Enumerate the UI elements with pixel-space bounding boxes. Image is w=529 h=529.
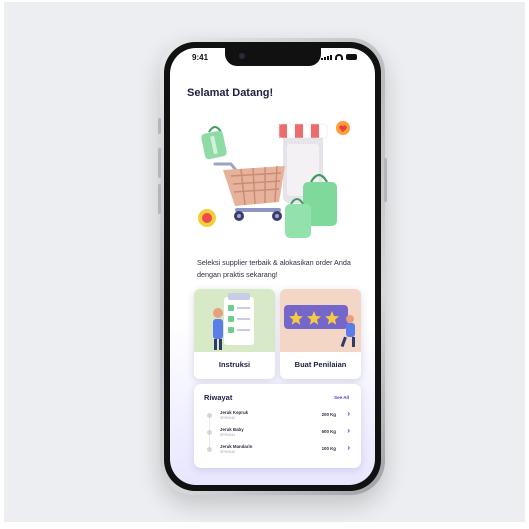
volume-down-button bbox=[158, 184, 161, 214]
history-list: Jeruk Kepruk SPK0042 200 Kg › Jeruk Baby… bbox=[203, 407, 352, 458]
gift-bag-icon bbox=[201, 126, 227, 160]
instructions-label: Instruksi bbox=[218, 360, 251, 369]
create-rating-label: Buat Penilaian bbox=[294, 360, 347, 369]
history-item-sub: SPK0041 bbox=[220, 433, 236, 437]
app-screen: 9:41 Selamat Datang! Seleksi supplier te… bbox=[170, 48, 375, 485]
chevron-right-icon[interactable]: › bbox=[347, 426, 350, 435]
volume-up-button bbox=[158, 148, 161, 178]
history-title: Riwayat bbox=[204, 393, 233, 402]
signal-icon bbox=[321, 55, 332, 60]
shopping-illustration bbox=[198, 121, 350, 238]
history-item-qty: 500 Kg bbox=[321, 429, 336, 434]
history-item-name: Jeruk Baby bbox=[220, 427, 244, 432]
chevron-right-icon[interactable]: › bbox=[347, 443, 350, 452]
see-all-link[interactable]: See All bbox=[334, 395, 349, 400]
wifi-icon bbox=[335, 54, 343, 60]
phone-mockup: 9:41 Selamat Datang! Seleksi supplier te… bbox=[158, 38, 387, 495]
checklist-icon bbox=[194, 289, 275, 352]
phone-bezel: 9:41 Selamat Datang! Seleksi supplier te… bbox=[164, 42, 381, 491]
create-rating-card[interactable]: Buat Penilaian bbox=[280, 289, 361, 379]
battery-icon bbox=[346, 54, 357, 60]
star-rating-icon bbox=[280, 289, 361, 352]
timeline-dot bbox=[207, 447, 212, 452]
history-item-name: Jeruk Mandarin bbox=[220, 444, 253, 449]
history-item-qty: 200 Kg bbox=[321, 412, 336, 417]
discount-bubble-icon bbox=[198, 209, 216, 227]
status-icons bbox=[321, 54, 357, 60]
notch bbox=[224, 48, 321, 66]
greeting-title: Selamat Datang! bbox=[187, 87, 274, 99]
tagline-text: Seleksi supplier terbaik & alokasikan or… bbox=[197, 258, 351, 279]
canvas-background: 9:41 Selamat Datang! Seleksi supplier te… bbox=[4, 2, 525, 522]
chevron-right-icon[interactable]: › bbox=[347, 409, 350, 418]
history-item[interactable]: Jeruk Mandarin SPK0040 100 Kg › bbox=[203, 441, 352, 458]
history-item[interactable]: Jeruk Baby SPK0041 500 Kg › bbox=[203, 424, 352, 447]
store-awning-icon bbox=[278, 123, 328, 139]
history-item-sub: SPK0040 bbox=[220, 450, 236, 454]
camera-icon bbox=[238, 53, 245, 59]
status-time: 9:41 bbox=[192, 53, 209, 62]
history-panel: Riwayat See All Jeruk Kepruk SPK0042 200… bbox=[194, 384, 361, 468]
mute-switch bbox=[158, 118, 161, 134]
history-item-qty: 100 Kg bbox=[321, 446, 336, 451]
instructions-card[interactable]: Instruksi bbox=[194, 289, 275, 379]
power-button bbox=[384, 158, 387, 202]
history-item[interactable]: Jeruk Kepruk SPK0042 200 Kg › bbox=[203, 407, 352, 430]
shopping-cart-icon bbox=[213, 162, 285, 221]
heart-bubble-icon bbox=[336, 121, 350, 135]
history-item-name: Jeruk Kepruk bbox=[220, 410, 249, 415]
history-item-sub: SPK0042 bbox=[220, 416, 236, 420]
